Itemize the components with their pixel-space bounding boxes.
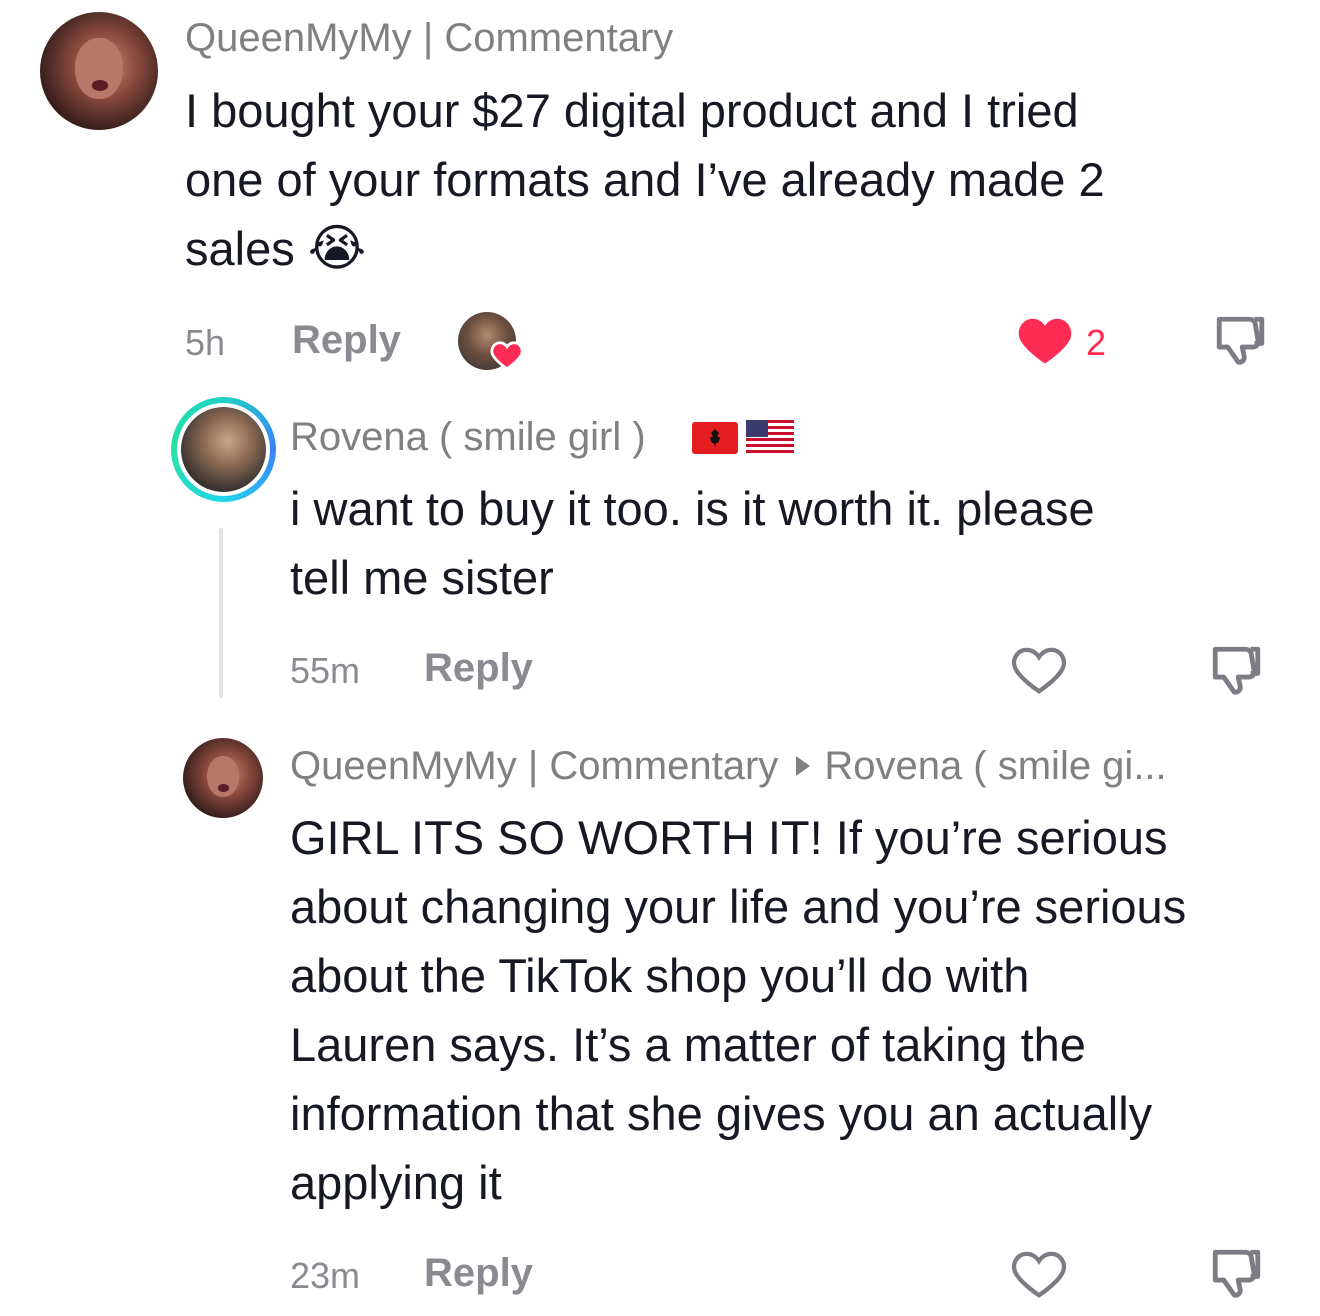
albania-flag-icon bbox=[692, 422, 738, 454]
reply-username[interactable]: QueenMyMy | Commentary Rovena ( smile gi.… bbox=[290, 744, 1167, 789]
comment-line: one of your formats and I’ve already mad… bbox=[185, 153, 1105, 206]
heart-icon[interactable] bbox=[1016, 314, 1074, 366]
comment-text: I bought your $27 digital product and I … bbox=[185, 76, 1285, 283]
like-count: 2 bbox=[1086, 322, 1107, 363]
reply-line: tell me sister bbox=[290, 551, 554, 604]
comment-username[interactable]: QueenMyMy | Commentary bbox=[185, 16, 673, 61]
reply-to-user[interactable]: Rovena ( smile gi... bbox=[824, 744, 1166, 788]
reply-arrow-icon bbox=[796, 756, 811, 777]
reply-line: about the TikTok shop you’ll do with bbox=[290, 949, 1030, 1002]
comment-line: sales 😭 bbox=[185, 220, 367, 276]
thread-line bbox=[219, 528, 223, 698]
avatar[interactable] bbox=[171, 397, 276, 502]
dislike-icon[interactable] bbox=[1212, 312, 1270, 370]
heart-outline-icon[interactable] bbox=[1010, 644, 1068, 696]
crying-face-emoji: 😭 bbox=[307, 220, 367, 276]
dislike-icon[interactable] bbox=[1208, 642, 1266, 700]
reply-time: 23m bbox=[290, 1255, 361, 1296]
reply-line: information that she gives you an actual… bbox=[290, 1087, 1153, 1140]
usa-flag-icon bbox=[746, 420, 794, 454]
reply-line: GIRL ITS SO WORTH IT! If you’re serious bbox=[290, 811, 1168, 864]
reply-text: GIRL ITS SO WORTH IT! If you’re serious … bbox=[290, 803, 1300, 1217]
reply-button[interactable]: Reply bbox=[424, 1251, 533, 1296]
reply-username[interactable]: Rovena ( smile girl ) bbox=[290, 415, 646, 460]
comment-line: I bought your $27 digital product and I … bbox=[185, 84, 1079, 137]
creator-heart-icon bbox=[490, 341, 524, 370]
reply-button[interactable]: Reply bbox=[424, 646, 533, 691]
reply-button[interactable]: Reply bbox=[292, 318, 401, 363]
reply-text: i want to buy it too. is it worth it. pl… bbox=[290, 474, 1290, 612]
comment-time: 5h bbox=[185, 322, 226, 363]
reply-line: applying it bbox=[290, 1156, 502, 1209]
reply-time: 55m bbox=[290, 650, 361, 691]
avatar[interactable] bbox=[183, 738, 263, 818]
reply-author[interactable]: QueenMyMy | Commentary bbox=[290, 744, 778, 788]
reply-line: i want to buy it too. is it worth it. pl… bbox=[290, 482, 1095, 535]
heart-outline-icon[interactable] bbox=[1010, 1248, 1068, 1300]
avatar[interactable] bbox=[40, 12, 158, 130]
reply-line: Lauren says. It’s a matter of taking the bbox=[290, 1018, 1086, 1071]
reply-line: about changing your life and you’re seri… bbox=[290, 880, 1187, 933]
dislike-icon[interactable] bbox=[1208, 1245, 1266, 1303]
